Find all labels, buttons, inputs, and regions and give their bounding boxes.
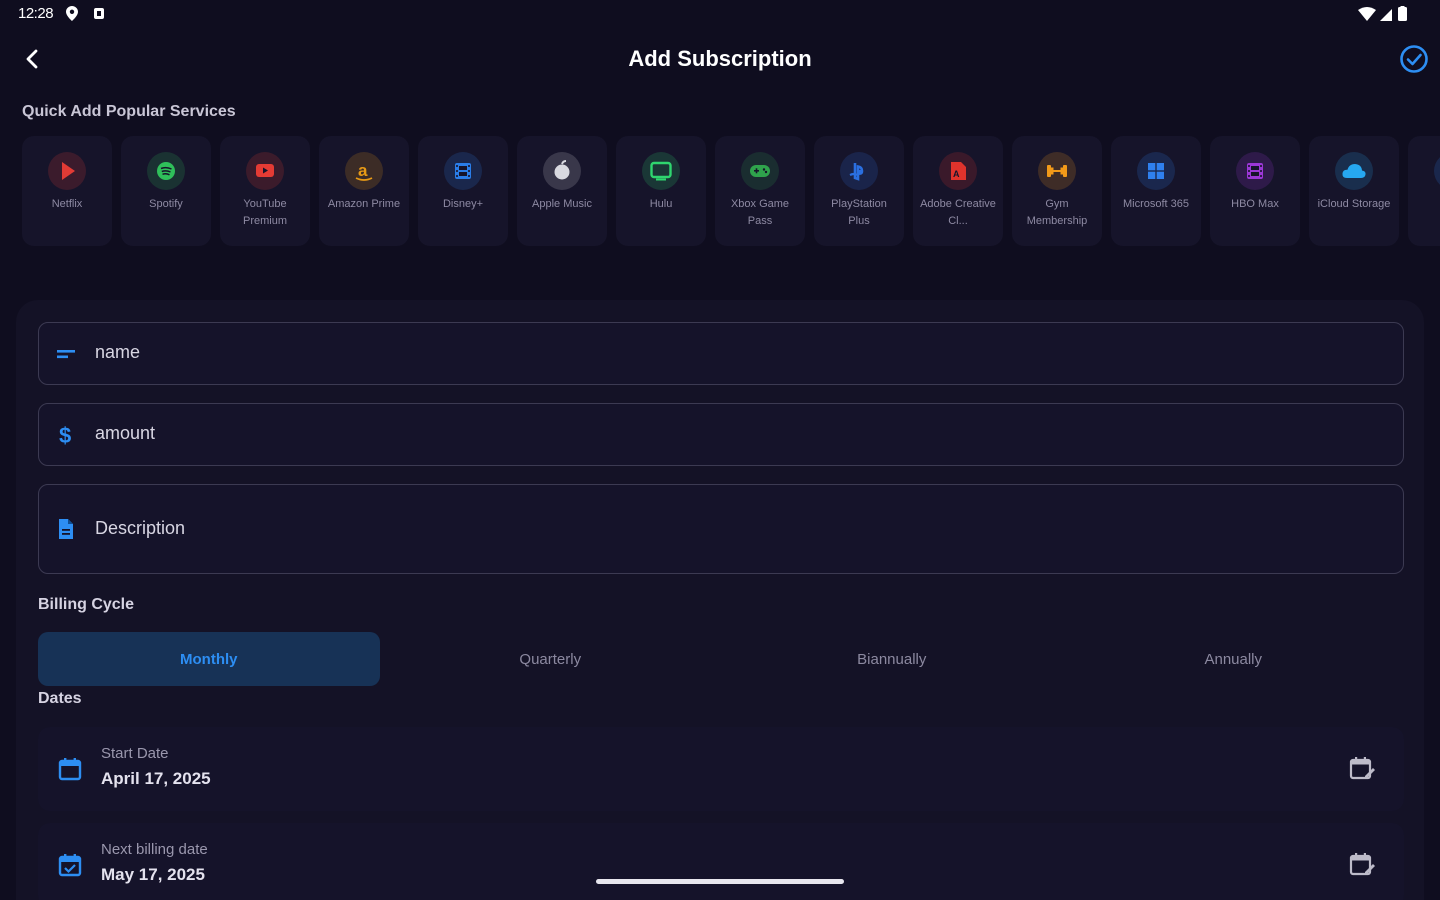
service-name: Apple Music [532,198,592,210]
quick-add-service[interactable]: PlayStation Plus [814,136,904,246]
spotify-icon [147,152,185,190]
billing-cycle-selector: Monthly Quarterly Biannually Annually [38,632,1404,686]
service-name: PlayStation Plus [831,198,887,227]
amount-input[interactable] [95,423,1387,444]
quick-add-service[interactable]: D [1408,136,1440,246]
edit-calendar-icon[interactable] [1348,850,1376,878]
cloud-icon [1335,152,1373,190]
quick-add-service[interactable]: Gym Membership [1012,136,1102,246]
quick-add-service[interactable]: YouTube Premium [220,136,310,246]
service-name: HBO Max [1231,198,1279,210]
quick-add-service[interactable]: Hulu [616,136,706,246]
svg-text:$: $ [59,424,71,446]
edit-calendar-icon[interactable] [1348,754,1376,782]
pdf-icon: A [939,152,977,190]
description-field[interactable] [38,484,1404,574]
next-billing-label: Next billing date [101,841,208,858]
dates-heading: Dates [38,690,82,707]
svg-text:A: A [953,169,960,179]
quick-add-service[interactable]: Xbox Game Pass [715,136,805,246]
service-name: Spotify [149,198,183,210]
short-text-icon [57,350,75,359]
page-title: Add Subscription [628,46,812,71]
tv-icon [642,152,680,190]
amount-field[interactable]: $ [38,403,1404,466]
service-name: Gym Membership [1026,198,1088,227]
next-billing-value: May 17, 2025 [101,865,205,884]
quick-add-service[interactable]: iCloud Storage [1309,136,1399,246]
cycle-option-annually[interactable]: Annually [1063,632,1405,686]
quick-add-service[interactable]: Netflix [22,136,112,246]
quick-add-service[interactable]: a Amazon Prime [319,136,409,246]
play-icon [48,152,86,190]
home-indicator[interactable] [596,879,844,884]
calendar-icon [58,758,82,781]
description-input[interactable] [95,518,1387,548]
generic-icon [1434,152,1440,190]
start-date-value: April 17, 2025 [101,769,211,788]
quick-add-strip[interactable]: Netflix Spotify YouTube Premium a Amazon Pri… [22,136,1440,246]
service-name: Xbox Game Pass [730,198,790,227]
film-icon [1236,152,1274,190]
name-field[interactable] [38,322,1404,385]
calendar-check-icon [58,854,82,877]
name-input[interactable] [95,342,1387,363]
quick-add-service[interactable]: A Adobe Creative Cl... [913,136,1003,246]
quick-add-heading: Quick Add Popular Services [22,103,236,120]
service-name: YouTube Premium [242,198,287,227]
service-name: Microsoft 365 [1122,198,1190,210]
service-name: D [1411,196,1440,213]
start-date-label: Start Date [101,745,169,762]
service-name: Hulu [649,198,673,210]
billing-cycle-heading: Billing Cycle [38,596,135,613]
start-date-row[interactable]: Start Date April 17, 2025 [38,727,1404,811]
check-circle-icon[interactable] [1398,43,1430,75]
gamepad-icon [741,152,779,190]
cycle-option-biannually[interactable]: Biannually [721,632,1063,686]
status-time: 12:28 [18,5,54,22]
service-name: Amazon Prime [327,198,401,210]
film-icon [444,152,482,190]
notification-icon [94,8,104,19]
windows-icon [1137,152,1175,190]
service-name: Adobe Creative Cl... [920,198,996,227]
service-name: Netflix [51,198,83,210]
svg-text:a: a [358,161,368,180]
status-bar: 12:28 [0,0,1440,28]
next-billing-date-row[interactable]: Next billing date May 17, 2025 [38,823,1404,900]
document-icon [59,519,73,539]
service-name: Disney+ [442,198,484,210]
dollar-icon: $ [59,424,71,446]
service-name: iCloud Storage [1317,198,1391,210]
dumbbell-icon [1038,152,1076,190]
quick-add-service[interactable]: HBO Max [1210,136,1300,246]
youtube-icon [246,152,284,190]
quick-add-service[interactable]: Spotify [121,136,211,246]
apple-icon [543,152,581,190]
app-bar: Add Subscription [0,36,1440,84]
playstation-icon [840,152,878,190]
cycle-option-quarterly[interactable]: Quarterly [380,632,722,686]
quick-add-service[interactable]: Disney+ [418,136,508,246]
signal-battery-icons [1358,6,1407,21]
cycle-option-monthly[interactable]: Monthly [38,632,380,686]
quick-add-service[interactable]: Microsoft 365 [1111,136,1201,246]
quick-add-service[interactable]: Apple Music [517,136,607,246]
amazon-icon: a [345,152,383,190]
location-icon [66,6,78,21]
